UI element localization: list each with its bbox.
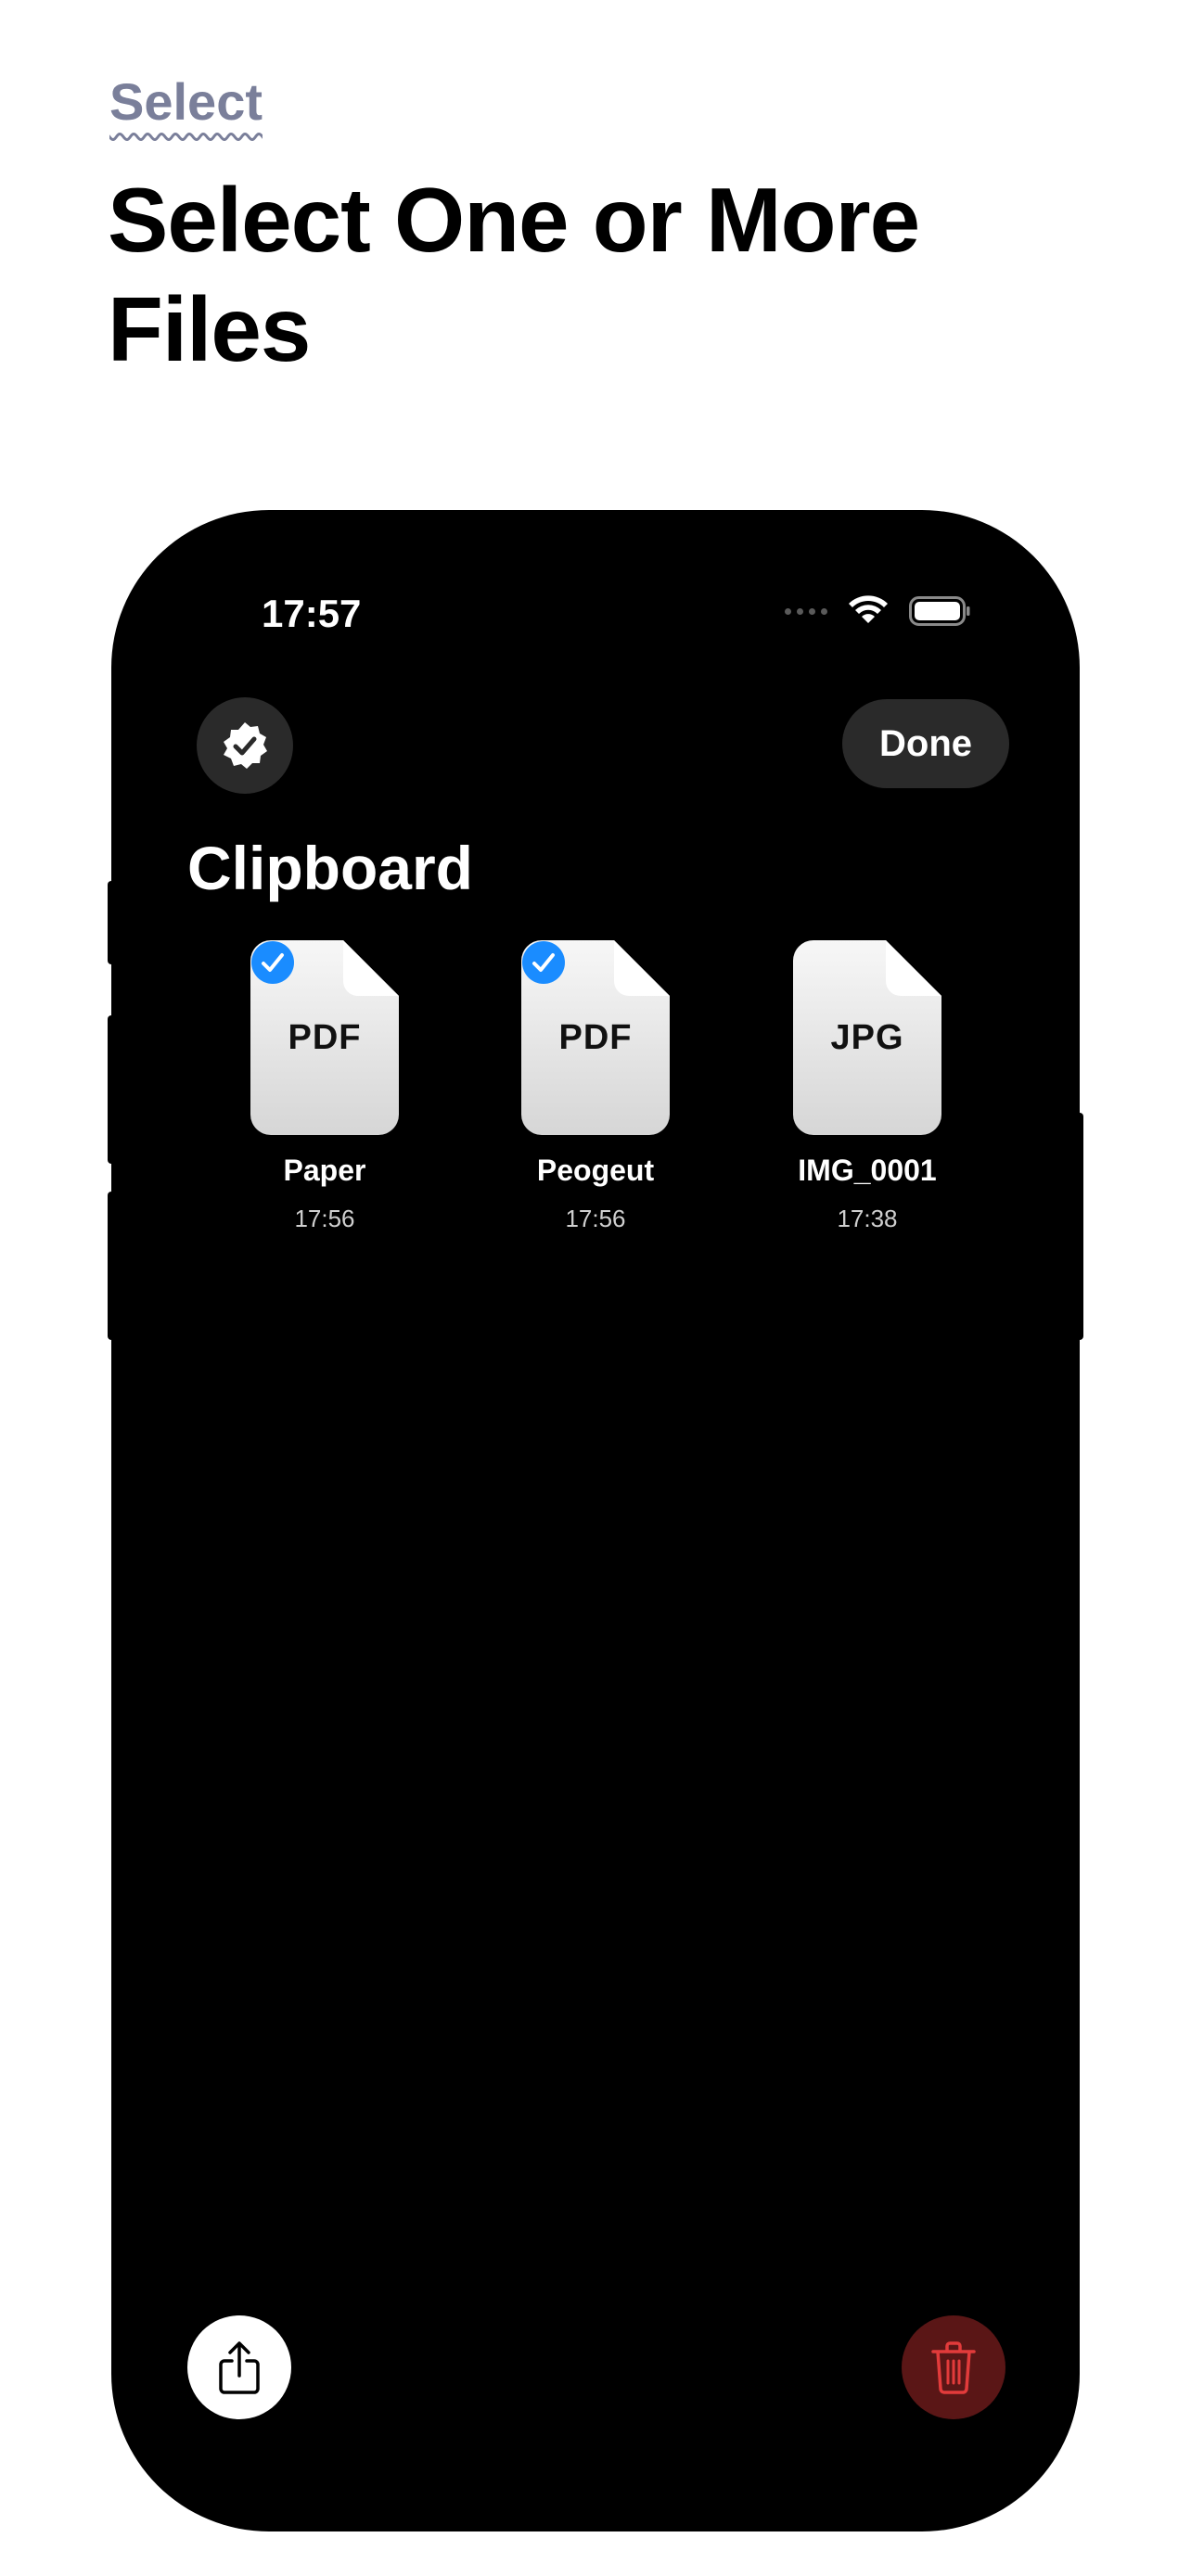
eyebrow-label: Select (109, 72, 263, 131)
page: Select Select One or More Files 17:57 Do… (0, 0, 1191, 2576)
cellular-signal-icon (785, 607, 827, 615)
file-thumbnail: JPG (793, 940, 941, 1135)
file-thumbnail: PDF (250, 940, 399, 1135)
trash-icon (931, 2341, 976, 2394)
file-time: 17:38 (837, 1205, 898, 1232)
phone-screen: 17:57 Done Clipboard PDF Paper 17:56 PDF… (111, 510, 1080, 2531)
share-button[interactable] (187, 2315, 291, 2419)
done-button[interactable]: Done (842, 699, 1009, 788)
file-item-paper[interactable]: PDF Paper 17:56 (218, 940, 431, 1233)
file-item-peogeut[interactable]: PDF Peogeut 17:56 (489, 940, 702, 1233)
file-time: 17:56 (294, 1205, 355, 1232)
checkmark-seal-icon (224, 722, 267, 769)
select-all-button[interactable] (197, 697, 293, 794)
file-thumbnail: PDF (521, 940, 670, 1135)
page-headline: Select One or More Files (108, 169, 920, 380)
delete-button[interactable] (902, 2315, 1005, 2419)
checkmark-circle-icon (522, 941, 565, 984)
status-icons (785, 595, 970, 627)
file-name: Paper (283, 1154, 366, 1187)
status-time: 17:57 (262, 592, 362, 635)
file-time: 17:56 (565, 1205, 626, 1232)
file-type-label: PDF (288, 1018, 362, 1057)
wifi-icon (849, 595, 888, 623)
file-item-img-0001[interactable]: JPG IMG_0001 17:38 (761, 940, 974, 1233)
section-title: Clipboard (187, 834, 473, 902)
checkmark-circle-icon (251, 941, 294, 984)
battery-icon (909, 596, 970, 626)
file-type-label: JPG (830, 1018, 904, 1057)
file-name: Peogeut (536, 1154, 655, 1187)
file-name: IMG_0001 (798, 1154, 937, 1187)
share-icon (219, 2341, 260, 2394)
file-type-label: PDF (558, 1018, 633, 1057)
